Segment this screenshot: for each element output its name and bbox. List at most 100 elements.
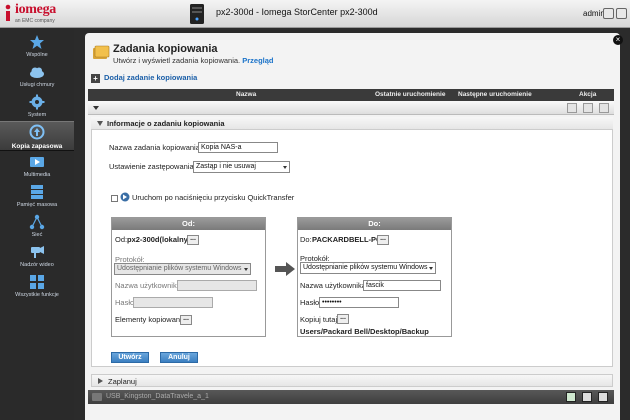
chevron-down-icon [244, 268, 248, 271]
create-button[interactable]: Utwórz [111, 352, 149, 363]
sidebar-item-label: Sieć [31, 232, 43, 238]
destination-device-label: Do: [300, 235, 312, 244]
play-icon[interactable] [566, 392, 576, 402]
destination-username-input[interactable]: fascik [363, 280, 441, 291]
brand-name: iomega [15, 2, 56, 17]
brand-subtitle: an EMC company [15, 18, 55, 24]
overwrite-select[interactable]: Zastąp i nie usuwaj [193, 161, 290, 173]
page-title: Zadania kopiowania [113, 43, 218, 55]
user-name[interactable]: admin [583, 9, 605, 18]
cloud-icon [30, 67, 44, 78]
sidebar-item-storage[interactable]: Pamięć masowa [0, 182, 74, 212]
destination-path: Users/Packard Bell/Desktop/Backup [300, 327, 429, 336]
destination-username-label: Nazwa użytkownika: [300, 281, 368, 290]
close-icon[interactable]: × [613, 35, 623, 45]
sidebar-item-backup[interactable]: Kopia zapasowa [0, 121, 74, 151]
sidebar-item-label: Usługi chmury [19, 82, 55, 88]
copied-items-label: Elementy kopiowane: [115, 315, 187, 324]
sidebar-item-label: Pamięć masowa [16, 202, 58, 208]
sidebar-item-label: Kopia zapasowa [11, 143, 63, 150]
source-username-label: Nazwa użytkownika: [115, 281, 183, 290]
job-name-label: Nazwa zadania kopiowania: [109, 143, 202, 152]
page-description: Utwórz i wyświetl zadania kopiowania. Pr… [113, 56, 274, 65]
source-username-input[interactable] [177, 280, 257, 291]
destination-browse-button[interactable]: ... [377, 235, 389, 245]
camera-icon [31, 246, 44, 258]
star-icon [30, 35, 44, 49]
quicktransfer-checkbox[interactable] [111, 195, 118, 202]
chevron-down-icon [429, 267, 433, 270]
copy-jobs-icon [93, 45, 110, 59]
sidebar-item-label: Multimedia [23, 172, 51, 178]
logout-button[interactable] [603, 8, 614, 19]
sidebar-item-label: Wspólne [26, 52, 48, 58]
add-copy-job-label: Dodaj zadanie kopiowania [104, 73, 198, 82]
source-browse-button[interactable]: ... [187, 235, 199, 245]
sidebar-item-label: System [27, 112, 47, 118]
plus-icon: + [91, 73, 100, 83]
job-info-section-header[interactable]: Informacje o zadaniu kopiowania [91, 117, 613, 130]
copy-here-browse-button[interactable]: ... [337, 314, 349, 324]
top-bar: iomega an EMC company px2-300d - Iomega … [0, 0, 630, 28]
overwrite-label: Ustawienie zastępowania: [109, 162, 196, 171]
sidebar-item-cloud[interactable]: Usługi chmury [0, 62, 74, 92]
schedule-section-header[interactable]: Zaplanuj [91, 374, 613, 387]
sidebar-item-all-features[interactable]: Wszystkie funkcje [0, 272, 74, 302]
edit-icon[interactable] [598, 392, 608, 402]
arrow-right-icon [275, 262, 295, 276]
backup-icon [29, 124, 45, 140]
destination-protocol-select[interactable]: Udostępnianie plików systemu Windows [300, 262, 436, 274]
sidebar-item-system[interactable]: System [0, 92, 74, 122]
window-title: px2-300d - Iomega StorCenter px2-300d [216, 7, 378, 17]
add-copy-job-button[interactable]: + Dodaj zadanie kopiowania [91, 73, 197, 83]
nas-device-icon [190, 4, 204, 24]
copied-items-browse-button[interactable]: ... [180, 315, 192, 325]
sidebar-item-shared[interactable]: Wspólne [0, 32, 74, 62]
jobs-table-row[interactable] [88, 101, 614, 115]
sidebar-item-label: Wszystkie funkcje [15, 292, 59, 298]
source-password-input[interactable] [133, 297, 213, 308]
help-button[interactable] [616, 8, 627, 19]
source-device-label: Od: [115, 235, 128, 244]
logo-mark-icon [5, 4, 11, 21]
sidebar-item-network[interactable]: Sieć [0, 212, 74, 242]
usb-drive-icon [92, 393, 102, 401]
cancel-button[interactable]: Anuluj [160, 352, 198, 363]
section-title: Informacje o zadaniu kopiowania [107, 119, 225, 128]
overview-link[interactable]: Przegląd [242, 56, 273, 65]
sidebar-item-label: Nadzór wideo [20, 262, 54, 268]
delete-icon[interactable] [582, 392, 592, 402]
source-protocol-value: Udostępnianie plików systemu Windows [117, 265, 242, 272]
description-text: Utwórz i wyświetl zadania kopiowania. [113, 56, 241, 65]
start-job-icon[interactable] [567, 103, 577, 113]
column-name[interactable]: Nazwa [236, 91, 256, 98]
column-last-run[interactable]: Ostatnie uruchomienie [375, 91, 445, 98]
copy-here-label: Kopiuj tutaj: [300, 315, 340, 324]
destination-device-value: PACKARDBELL-PC [312, 235, 382, 244]
storage-icon [31, 185, 43, 199]
column-next-run[interactable]: Następne uruchomienie [458, 91, 532, 98]
overwrite-value: Zastąp i nie usuwaj [196, 163, 256, 170]
media-icon [30, 157, 44, 167]
job-row-name: USB_Kingston_DataTravele_a_1 [106, 393, 209, 400]
sidebar-item-video[interactable]: Nadzór wideo [0, 242, 74, 272]
destination-protocol-value: Udostępnianie plików systemu Windows [303, 264, 428, 271]
copy-job-row[interactable]: USB_Kingston_DataTravele_a_1 [88, 390, 614, 404]
source-protocol-select[interactable]: Udostępnianie plików systemu Windows [114, 263, 251, 275]
source-device-value: px2-300d(lokalny) [127, 235, 191, 244]
destination-password-input[interactable]: •••••••• [319, 297, 399, 308]
network-icon [29, 214, 45, 230]
jobs-table-header: Nazwa Ostatnie uruchomienie Następne uru… [88, 89, 614, 101]
chevron-down-icon[interactable] [93, 106, 99, 110]
delete-job-icon[interactable] [583, 103, 593, 113]
sidebar-item-multimedia[interactable]: Multimedia [0, 152, 74, 182]
quicktransfer-label: Uruchom po naciśnięciu przycisku QuickTr… [132, 193, 295, 202]
sidebar: Wspólne Usługi chmury System Kopia zapas… [0, 28, 74, 420]
quicktransfer-icon [120, 192, 130, 202]
schedule-label: Zaplanuj [108, 377, 137, 386]
iomega-logo: iomega an EMC company [2, 2, 68, 26]
grid-icon [30, 275, 44, 289]
job-name-input[interactable]: Kopia NAS-a [198, 142, 278, 153]
edit-job-icon[interactable] [599, 103, 609, 113]
column-action: Akcja [579, 91, 597, 98]
